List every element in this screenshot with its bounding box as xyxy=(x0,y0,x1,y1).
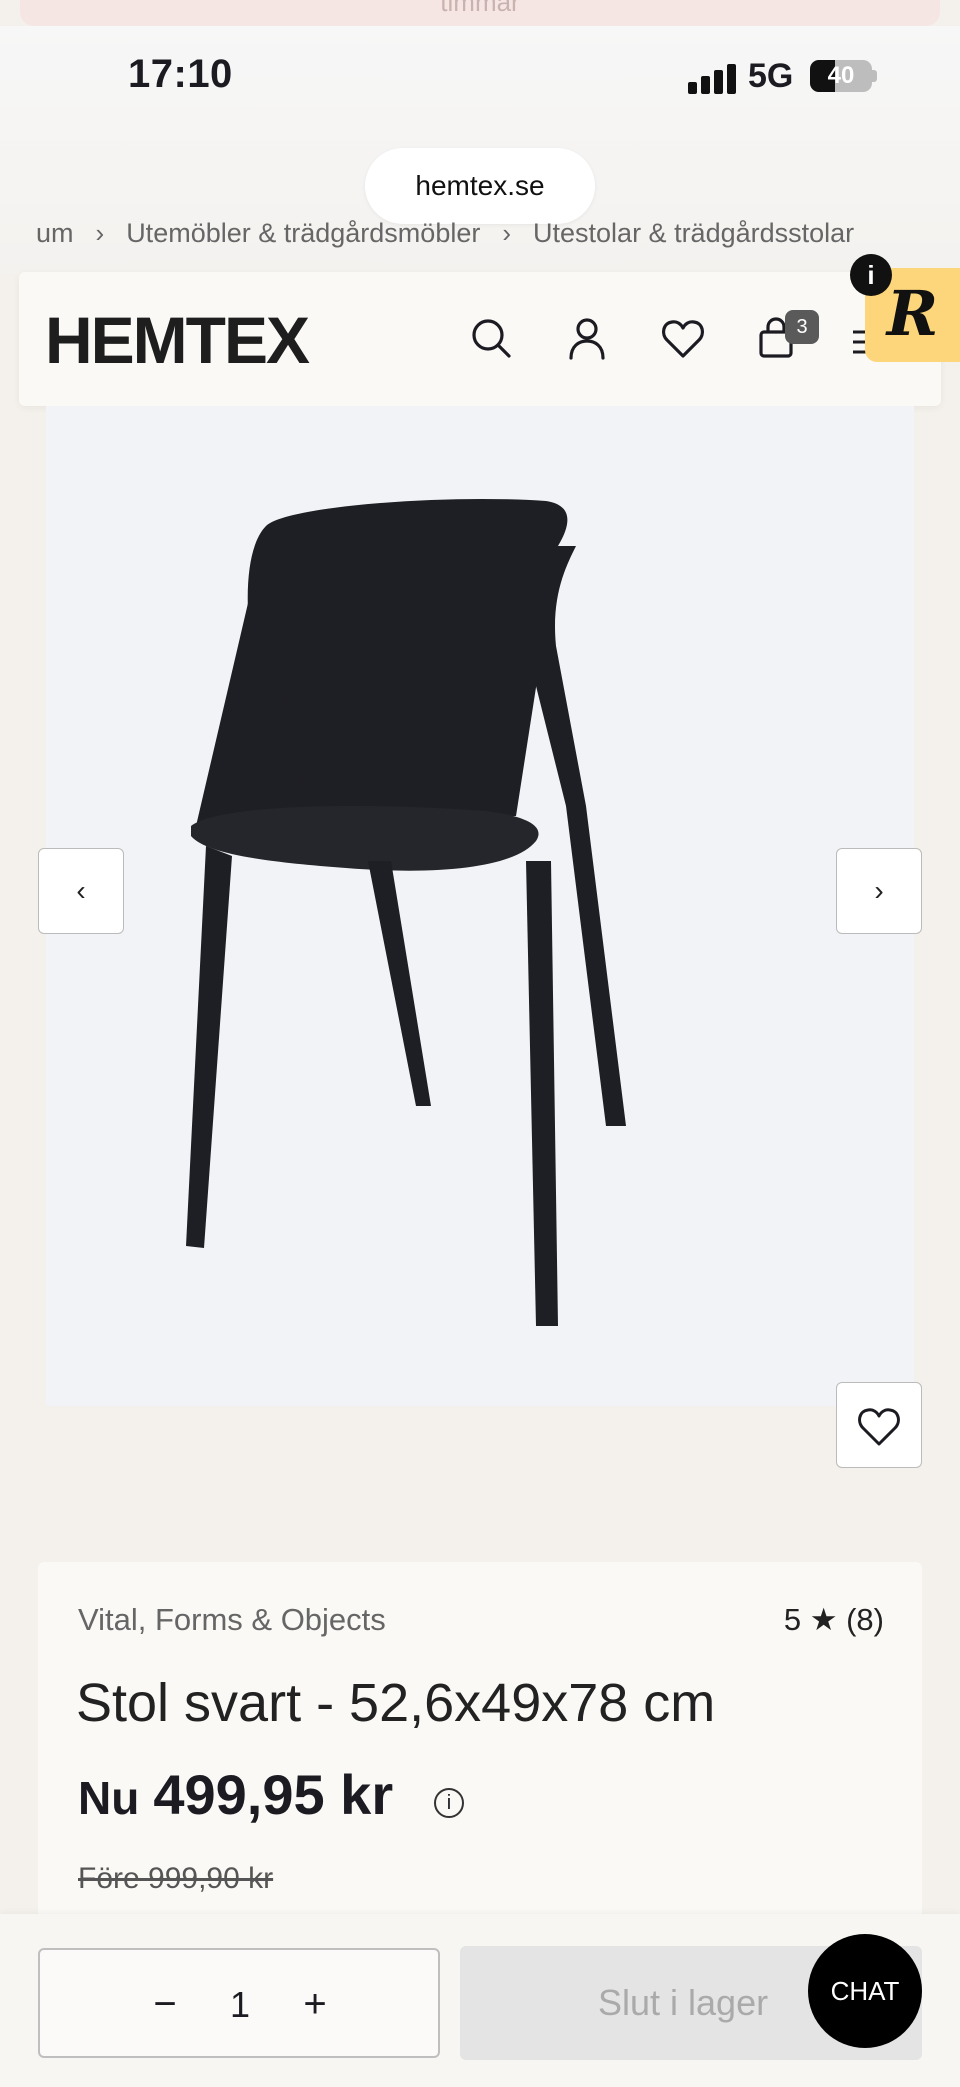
breadcrumb-item[interactable]: Utemöbler & trädgårdsmöbler xyxy=(126,218,480,249)
heart-icon[interactable] xyxy=(659,314,707,362)
product-image-chair xyxy=(186,498,626,1326)
quantity-stepper: − 1 + xyxy=(38,1948,440,2058)
signal-icon xyxy=(688,62,736,94)
breadcrumb-item[interactable]: um xyxy=(36,218,74,249)
product-title: Stol svart - 52,6x49x78 cm xyxy=(76,1673,716,1733)
chat-button[interactable]: CHAT xyxy=(808,1934,922,2048)
cart-count-badge: 3 xyxy=(785,310,819,344)
breadcrumb-item[interactable]: Utestolar & trädgårdsstolar xyxy=(533,218,854,249)
search-icon[interactable] xyxy=(467,314,515,362)
price-info-icon[interactable]: i xyxy=(434,1788,464,1818)
battery-icon: 40 xyxy=(810,60,872,92)
current-price: 499,95 kr xyxy=(153,1763,394,1826)
quantity-increase-button[interactable]: + xyxy=(290,1980,340,2030)
logo[interactable]: HEMTEX xyxy=(45,302,310,378)
price-row: Nu 499,95 kr xyxy=(78,1762,393,1827)
status-time: 17:10 xyxy=(128,52,233,96)
battery-level: 40 xyxy=(827,62,855,89)
chevron-right-icon: › xyxy=(95,218,105,248)
promo-banner: timmar xyxy=(20,0,940,26)
gallery-prev-button[interactable]: ‹ xyxy=(38,848,124,934)
url-bar[interactable]: hemtex.se xyxy=(365,148,595,224)
info-icon[interactable]: i xyxy=(850,254,892,296)
add-to-wishlist-button[interactable] xyxy=(836,1382,922,1468)
promo-banner-text: timmar xyxy=(440,0,520,17)
battery-tip xyxy=(872,70,877,82)
quantity-decrease-button[interactable]: − xyxy=(140,1980,190,2030)
old-price: Före 999,90 kr xyxy=(78,1862,274,1895)
chevron-right-icon: › xyxy=(502,218,512,248)
network-label: 5G xyxy=(748,57,794,95)
price-prefix: Nu xyxy=(78,1772,140,1824)
product-image-gallery[interactable] xyxy=(46,406,914,1406)
product-rating[interactable]: 5 ★ (8) xyxy=(784,1602,884,1638)
heart-icon xyxy=(858,1408,900,1446)
gallery-next-button[interactable]: › xyxy=(836,848,922,934)
quantity-value[interactable]: 1 xyxy=(220,1980,260,2030)
site-header: HEMTEX 3 xyxy=(19,272,941,406)
breadcrumb: um › Utemöbler & trädgårdsmöbler › Utest… xyxy=(36,218,960,249)
account-icon[interactable] xyxy=(563,314,611,362)
product-brand[interactable]: Vital, Forms & Objects xyxy=(78,1602,386,1638)
product-info-card: Vital, Forms & Objects 5 ★ (8) Stol svar… xyxy=(38,1562,922,1942)
